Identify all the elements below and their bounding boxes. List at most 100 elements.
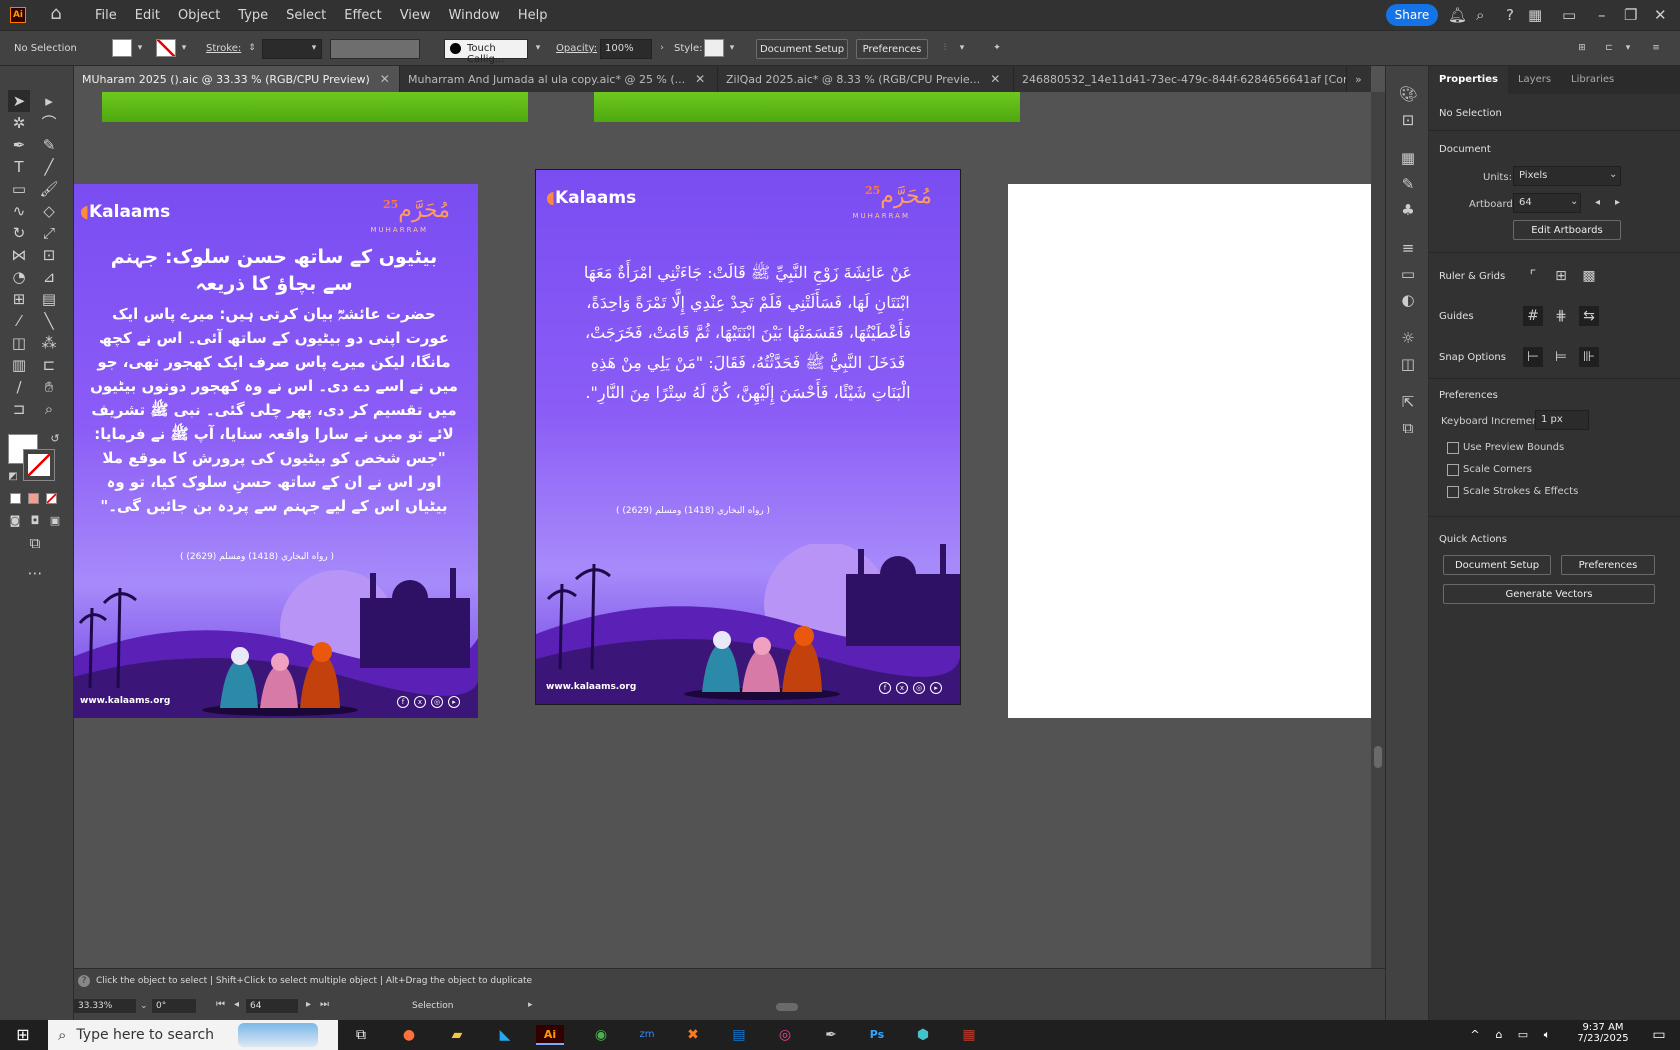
stroke-label[interactable]: Stroke: [206,43,241,54]
screen-mode-icon[interactable]: ⧉ [24,532,46,554]
menu-edit[interactable]: Edit [126,8,169,23]
gradient-mode-icon[interactable] [28,493,39,504]
inkscape-icon[interactable]: ✒ [820,1025,842,1045]
artboard-tool-icon[interactable]: ⊏ [38,354,60,376]
menu-select[interactable]: Select [277,8,335,23]
preferences-button[interactable]: Preferences [1561,555,1655,575]
blend-tool-icon[interactable]: ◫ [8,332,30,354]
workspace-icon[interactable]: ▦ [1528,6,1542,24]
swap-colors-icon[interactable]: ↺ [44,428,66,450]
magic-wand-tool-icon[interactable]: ✲ [8,112,30,134]
winrar-icon[interactable]: ▦ [958,1025,980,1045]
prev-artboard-icon[interactable]: ◂ [1595,197,1600,208]
opacity-field[interactable]: 100% [600,39,652,59]
draw-behind-icon[interactable]: ◘ [24,510,46,532]
variable-width-profile[interactable] [330,39,420,59]
paintbrush-tool-icon[interactable]: 🖌︎ [38,178,60,200]
stroke-stepper[interactable]: ⇕ [246,39,258,57]
arrange-dropdown[interactable]: ▾ [956,39,968,57]
tab-layers[interactable]: Layers [1508,66,1561,94]
symbols-icon[interactable]: ♣ [1398,200,1418,220]
last-artboard-icon[interactable]: ⏭ [320,999,329,1010]
next-artboard-icon[interactable]: ▸ [1615,197,1620,208]
units-dropdown[interactable]: Pixels [1513,166,1621,186]
mesh-tool-icon[interactable]: ⊞ [8,288,30,310]
graphic-styles-icon[interactable]: ◫ [1398,354,1418,374]
xampp-icon[interactable]: ✖ [682,1025,704,1045]
selection-tool-icon[interactable]: ➤ [8,90,30,112]
rotate-tool-icon[interactable]: ↻ [8,222,30,244]
appearance-icon[interactable]: ☼ [1398,328,1418,348]
close-icon[interactable]: ✕ [1654,6,1667,24]
horizontal-scrollbar[interactable] [544,1003,1272,1011]
close-tab-icon[interactable]: ✕ [380,72,390,86]
scroll-thumb[interactable] [776,1003,798,1011]
artboards-panel-icon[interactable]: ⧉ [1398,418,1418,438]
close-tab-icon[interactable]: ✕ [990,72,1000,86]
menu-type[interactable]: Type [229,8,277,23]
draw-normal-icon[interactable]: ◙ [4,510,26,532]
next-artboard-icon[interactable]: ▸ [306,999,311,1010]
transparency-grid-icon[interactable]: ▩ [1579,266,1599,286]
brushes-icon[interactable]: ✎ [1398,174,1418,194]
artboard-number-field[interactable]: 64 [246,999,298,1013]
tab-zilqad-2025[interactable]: ZilQad 2025.aic* @ 8.33 % (RGB/CPU Previ… [718,66,1014,92]
generate-vectors-button[interactable]: Generate Vectors [1443,584,1655,604]
symbol-sprayer-tool-icon[interactable]: ⁂ [38,332,60,354]
lock-guides-icon[interactable]: ⋕ [1551,306,1571,326]
photoshop-icon[interactable]: Ps [866,1025,888,1045]
illustrator-taskbar-icon[interactable]: Ai [536,1025,564,1045]
monitor-icon[interactable]: ▭ [1512,1025,1534,1045]
share-button[interactable]: Share [1386,4,1438,26]
keyboard-increment-field[interactable]: 1 px [1535,410,1589,430]
transparency-icon[interactable]: ◐ [1398,290,1418,310]
column-graph-tool-icon[interactable]: ▥ [8,354,30,376]
stroke-panel-icon[interactable]: ≡ [1398,238,1418,258]
shape-builder-tool-icon[interactable]: ◔ [8,266,30,288]
edit-toolbar-icon[interactable]: ⋯ [24,562,46,584]
preferences-button[interactable]: Preferences [856,39,928,59]
align-dropdown[interactable]: ▾ [1622,39,1634,57]
style-swatch[interactable] [704,39,724,57]
panel-layout-icon[interactable]: ▭ [1562,6,1576,24]
grid-icon[interactable]: ⊞ [1551,266,1571,286]
slice-tool-icon[interactable]: ∕ [8,376,30,398]
bell-icon[interactable]: 🔔︎ [1448,6,1467,24]
fill-swatch[interactable] [112,39,132,57]
shaper-tool-icon[interactable]: ∿ [8,200,30,222]
direct-selection-tool-icon[interactable]: ▸ [38,90,60,112]
snap-to-point-icon[interactable]: ⊢ [1523,347,1543,367]
artboard-chevron-icon[interactable]: ⌄ [1570,196,1578,207]
file-explorer-icon[interactable]: ▰ [446,1025,468,1045]
edit-artboards-button[interactable]: Edit Artboards [1513,220,1621,240]
curvature-tool-icon[interactable]: ✎ [38,134,60,156]
tab-libraries[interactable]: Libraries [1561,66,1624,94]
opacity-label[interactable]: Opacity: [556,43,597,54]
image-trace-icon[interactable]: ⊡ [1398,110,1418,130]
eraser-tool-icon[interactable]: ◇ [38,200,60,222]
help-icon[interactable]: ? [78,975,90,987]
close-tab-icon[interactable]: ✕ [695,72,705,86]
canvas[interactable]: ◖Kalaams مُحَرَّم25 MUHARRAM بیٹیوں کے س… [74,92,1371,968]
network-icon[interactable]: ⌂ [1488,1025,1510,1045]
tab-muharram-jumada[interactable]: Muharram And Jumada al ula copy.aic* @ 2… [400,66,718,92]
type-tool-icon[interactable]: T [8,156,30,178]
snap-to-glyph-icon[interactable]: ⊪ [1579,347,1599,367]
more-tabs-icon[interactable]: » [1347,66,1371,92]
show-hidden-icons-icon[interactable]: ^ [1464,1025,1486,1045]
artboard-arabic[interactable]: ◖Kalaams مُحَرَّم25 MUHARRAM عَنْ عَائِش… [535,169,961,705]
stroke-weight-dropdown[interactable]: ▾ [308,39,320,57]
scroll-thumb[interactable] [1374,746,1382,768]
menu-view[interactable]: View [391,8,440,23]
windows-start-icon[interactable]: ⊞ [12,1025,34,1045]
show-guides-icon[interactable]: # [1523,306,1543,326]
export-icon[interactable]: ⇱ [1398,392,1418,412]
zoom-tool-icon[interactable]: ⌕ [38,398,60,420]
none-mode-icon[interactable] [46,493,57,504]
menu-help[interactable]: Help [509,8,557,23]
taskbar-search[interactable]: ⌕ Type here to search [48,1020,338,1050]
snap-to-pixel-icon[interactable]: ⊨ [1551,347,1571,367]
minimize-icon[interactable]: – [1598,6,1606,24]
chrome-icon[interactable]: ◉ [590,1025,612,1045]
home-icon[interactable]: ⌂ [46,5,66,25]
